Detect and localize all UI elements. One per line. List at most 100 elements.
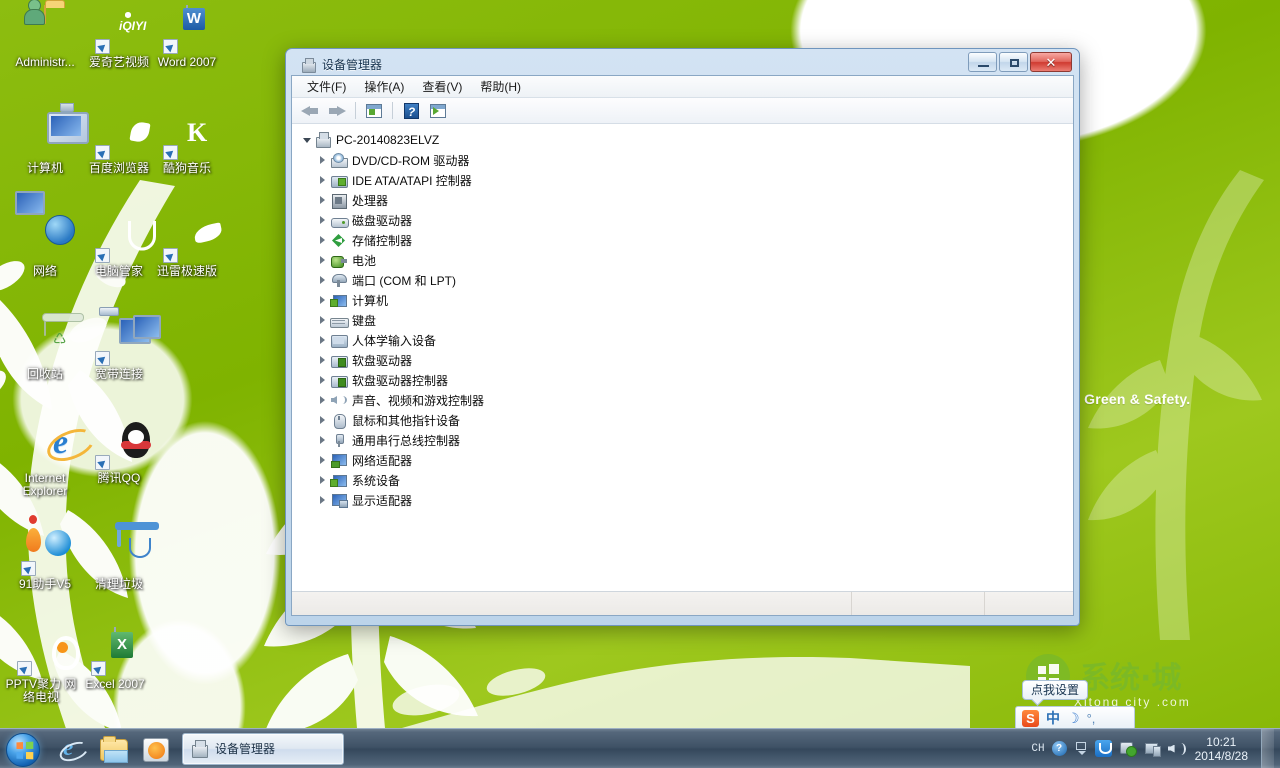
expand-arrow-icon[interactable] <box>316 190 330 210</box>
expand-arrow-icon[interactable] <box>316 290 330 310</box>
expand-arrow-icon[interactable] <box>316 450 330 470</box>
network-icon[interactable] <box>1144 741 1161 757</box>
device-tree-node[interactable]: 磁盘驱动器 <box>292 210 1073 230</box>
shield-icon[interactable] <box>1095 740 1112 757</box>
expand-arrow-icon[interactable] <box>316 410 330 430</box>
expand-arrow-icon[interactable] <box>316 270 330 290</box>
device-tree-node[interactable]: 网络适配器 <box>292 450 1073 470</box>
expand-arrow-icon[interactable] <box>316 170 330 190</box>
maximize-button[interactable] <box>999 52 1028 72</box>
forward-button[interactable] <box>325 100 349 122</box>
device-tree-node[interactable]: 计算机 <box>292 290 1073 310</box>
desktop-icon-9[interactable]: ♺回收站 <box>8 318 82 381</box>
scan-hardware-button[interactable] <box>426 100 450 122</box>
back-button[interactable] <box>298 100 322 122</box>
taskbar-item-device-manager[interactable]: 设备管理器 <box>182 733 344 765</box>
device-tree-node[interactable]: 处理器 <box>292 190 1073 210</box>
desktop-icon-15[interactable]: PPTV聚力 网络电视 <box>4 628 78 704</box>
shortcut-arrow-icon <box>95 351 110 366</box>
show-hidden-icons-icon[interactable] <box>1074 741 1088 757</box>
ime-settings-tooltip[interactable]: 点我设置 <box>1022 680 1088 700</box>
desktop-icon-8[interactable]: 迅雷极速版 <box>150 215 224 278</box>
device-tree-node[interactable]: 存储控制器 <box>292 230 1073 250</box>
expand-arrow-icon[interactable] <box>316 370 330 390</box>
expand-arrow-icon[interactable] <box>316 470 330 490</box>
expand-arrow-icon[interactable] <box>316 230 330 250</box>
tray-language-indicator[interactable]: CH <box>1031 743 1044 755</box>
help-icon[interactable]: ? <box>1052 741 1067 756</box>
desktop-icon-14[interactable]: 清理垃圾 <box>82 528 156 591</box>
device-tree-node[interactable]: DVD/CD-ROM 驱动器 <box>292 150 1073 170</box>
desktop-icon-5[interactable]: K酷狗音乐 <box>150 112 224 175</box>
device-tree-node[interactable]: 电池 <box>292 250 1073 270</box>
expand-arrow-icon[interactable] <box>316 210 330 230</box>
expand-arrow-icon[interactable] <box>316 490 330 510</box>
device-manager-window[interactable]: 设备管理器 ✕ 文件(F)操作(A)查看(V)帮助(H) ? PC-201408… <box>285 48 1080 626</box>
device-tree-root[interactable]: PC-20140823ELVZ <box>292 130 1073 150</box>
menu-view[interactable]: 查看(V) <box>413 75 471 98</box>
device-tree-node[interactable]: 键盘 <box>292 310 1073 330</box>
system-tray[interactable]: CH ? 10:21 2014/8/28 <box>1031 729 1280 768</box>
expand-arrow-icon[interactable] <box>316 150 330 170</box>
desktop-icon-2[interactable]: WWord 2007 <box>150 6 224 69</box>
usb-eject-icon[interactable] <box>1119 740 1137 757</box>
minimize-button[interactable] <box>968 52 997 72</box>
menu-action[interactable]: 操作(A) <box>355 75 413 98</box>
device-tree-node[interactable]: 软盘驱动器控制器 <box>292 370 1073 390</box>
device-tree-node[interactable]: 通用串行总线控制器 <box>292 430 1073 450</box>
properties-button[interactable] <box>362 100 386 122</box>
device-tree-node[interactable]: 系统设备 <box>292 470 1073 490</box>
expand-arrow-icon[interactable] <box>316 390 330 410</box>
close-button[interactable]: ✕ <box>1030 52 1072 72</box>
menu-file[interactable]: 文件(F) <box>298 75 355 98</box>
device-tree-node[interactable]: IDE ATA/ATAPI 控制器 <box>292 170 1073 190</box>
collapse-arrow-icon[interactable] <box>300 130 314 150</box>
ime-moon-icon[interactable]: ☽ <box>1067 710 1080 727</box>
desktop-icon-16[interactable]: XExcel 2007 <box>78 628 152 691</box>
desktop-icon-12[interactable]: 腾讯QQ <box>82 422 156 485</box>
device-tree[interactable]: PC-20140823ELVZDVD/CD-ROM 驱动器IDE ATA/ATA… <box>292 124 1073 591</box>
taskbar-clock[interactable]: 10:21 2014/8/28 <box>1193 735 1254 763</box>
quicklaunch-explorer[interactable] <box>92 730 134 768</box>
device-tree-node[interactable]: 显示适配器 <box>292 490 1073 510</box>
toolbar-separator-1 <box>355 102 356 119</box>
sogou-ime-bar[interactable]: S 中 ☽ °, <box>1015 706 1135 730</box>
shortcut-arrow-icon <box>95 248 110 263</box>
menu-bar[interactable]: 文件(F)操作(A)查看(V)帮助(H) <box>292 76 1073 98</box>
ime-mode-label[interactable]: 中 <box>1046 708 1060 728</box>
device-tree-node[interactable]: 端口 (COM 和 LPT) <box>292 270 1073 290</box>
expand-arrow-icon[interactable] <box>316 330 330 350</box>
device-tree-node[interactable]: 鼠标和其他指针设备 <box>292 410 1073 430</box>
desktop-icon-7[interactable]: 电脑管家 <box>82 215 156 278</box>
desktop-icon-10[interactable]: 宽带连接 <box>82 318 156 381</box>
sogou-logo-icon[interactable]: S <box>1022 710 1039 727</box>
volume-icon[interactable] <box>1168 741 1186 757</box>
desktop-icon-0[interactable]: Administr... <box>8 6 82 69</box>
window-controls[interactable]: ✕ <box>968 52 1072 72</box>
device-tree-node[interactable]: 软盘驱动器 <box>292 350 1073 370</box>
expand-arrow-icon[interactable] <box>316 350 330 370</box>
desktop-icon-label: 计算机 <box>8 162 82 175</box>
desktop-icon-4[interactable]: 百度浏览器 <box>82 112 156 175</box>
help-button[interactable]: ? <box>399 100 423 122</box>
taskbar[interactable]: e 设备管理器 CH ? 10:21 2014/8/28 <box>0 728 1280 768</box>
window-titlebar[interactable]: 设备管理器 ✕ <box>291 49 1074 75</box>
ime-punctuation-icon[interactable]: °, <box>1087 711 1096 726</box>
desktop-icon-1[interactable]: iQIYI爱奇艺视频 <box>82 6 156 69</box>
start-button[interactable] <box>0 730 50 768</box>
expand-arrow-icon[interactable] <box>316 310 330 330</box>
quicklaunch-ie[interactable]: e <box>50 730 92 768</box>
expand-arrow-icon[interactable] <box>316 430 330 450</box>
toolbar[interactable]: ? <box>292 98 1073 124</box>
desktop-icon-11[interactable]: eInternet Explorer <box>8 422 82 498</box>
show-desktop-button[interactable] <box>1261 729 1274 768</box>
device-tree-node[interactable]: 声音、视频和游戏控制器 <box>292 390 1073 410</box>
desktop-icon-6[interactable]: 网络 <box>8 215 82 278</box>
desktop[interactable]: Administr...iQIYI爱奇艺视频WWord 2007计算机百度浏览器… <box>0 0 1280 768</box>
quicklaunch-wmp[interactable] <box>134 730 176 768</box>
desktop-icon-3[interactable]: 计算机 <box>8 112 82 175</box>
expand-arrow-icon[interactable] <box>316 250 330 270</box>
device-tree-node[interactable]: 人体学输入设备 <box>292 330 1073 350</box>
desktop-icon-13[interactable]: 91助手V5 <box>8 528 82 591</box>
menu-help[interactable]: 帮助(H) <box>471 75 530 98</box>
